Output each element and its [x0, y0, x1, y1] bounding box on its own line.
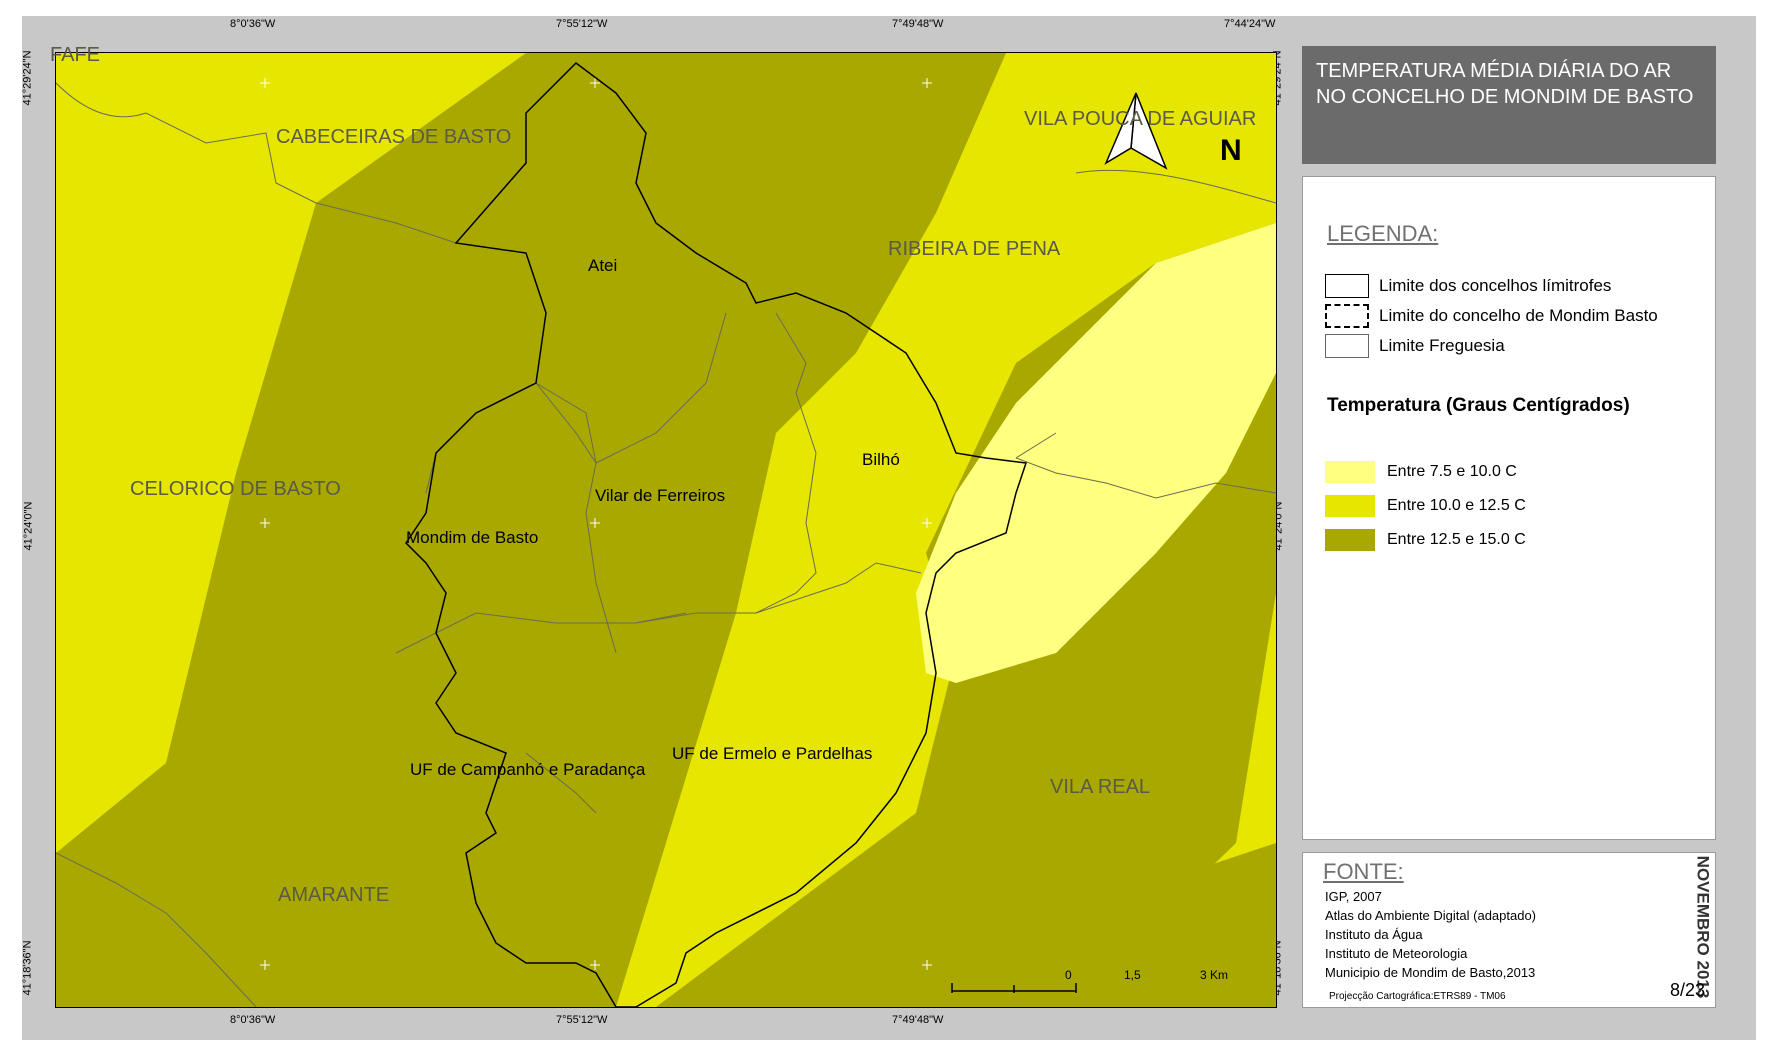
legend-swatch: [1325, 274, 1369, 298]
legend-label: Limite Freguesia: [1379, 336, 1505, 355]
source-item: Municipio de Mondim de Basto,2013: [1325, 965, 1536, 980]
projection-note: Projecção Cartográfica:ETRS89 - TM06: [1329, 991, 1506, 1002]
coord-bottom-3: 7°49'48"W: [892, 1014, 944, 1026]
coord-bottom-2: 7°55'12"W: [556, 1014, 608, 1026]
legend-label: Limite dos concelhos límitrofes: [1379, 276, 1612, 295]
coord-top-1: 8°0'36"W: [230, 18, 276, 30]
class-swatch: [1325, 495, 1375, 517]
legend-row-freguesia: Limite Freguesia: [1325, 333, 1505, 359]
coord-left-1: 41°29'24"N: [21, 50, 34, 106]
class-swatch: [1325, 461, 1375, 483]
scale-tick-0: 0: [1065, 968, 1072, 982]
source-item: IGP, 2007: [1325, 889, 1382, 904]
page-number: 8/23: [1669, 980, 1705, 1000]
label-amarante: AMARANTE: [278, 884, 390, 906]
class-row-1: Entre 7.5 e 10.0 C: [1325, 461, 1517, 483]
map-frame[interactable]: [55, 52, 1277, 1008]
label-ermelo: UF de Ermelo e Pardelhas: [672, 744, 873, 763]
label-fafe: FAFE: [50, 44, 101, 66]
class-row-2: Entre 10.0 e 12.5 C: [1325, 495, 1526, 517]
label-cabeceiras: CABECEIRAS DE BASTO: [276, 126, 512, 148]
label-bilho: Bilhó: [862, 450, 900, 469]
source-item: Instituto de Meteorologia: [1325, 946, 1468, 961]
class-label: Entre 12.5 e 15.0 C: [1387, 531, 1526, 548]
map-title-panel: TEMPERATURA MÉDIA DIÁRIA DO AR NO CONCEL…: [1302, 46, 1716, 164]
coord-left-2: 41°24'0"N: [22, 501, 35, 551]
zone-warm-se: [1056, 843, 1276, 1007]
source-heading: FONTE:: [1323, 859, 1404, 884]
label-vila-real: VILA REAL: [1050, 776, 1151, 798]
scale-tick-2: 3 Km: [1200, 968, 1229, 982]
source-panel: FONTE: IGP, 2007 Atlas do Ambiente Digit…: [1302, 852, 1716, 1008]
north-label: N: [1220, 134, 1242, 167]
coord-top-4: 7°44'24"W: [1224, 18, 1276, 30]
legend-swatch: [1325, 304, 1369, 328]
temperature-heading: Temperatura (Graus Centígrados): [1327, 395, 1630, 416]
label-mondim: Mondim de Basto: [406, 528, 539, 547]
map-title: TEMPERATURA MÉDIA DIÁRIA DO AR NO CONCEL…: [1316, 60, 1694, 108]
legend-label: Limite do concelho de Mondim Basto: [1379, 306, 1658, 325]
legend-swatch: [1325, 334, 1369, 358]
coord-bottom-1: 8°0'36"W: [230, 1014, 276, 1026]
class-label: Entre 7.5 e 10.0 C: [1387, 463, 1517, 480]
source-item: Instituto da Água: [1325, 927, 1423, 942]
legend-heading: LEGENDA:: [1327, 221, 1439, 246]
label-vilar-ferreiros: Vilar de Ferreiros: [595, 486, 726, 505]
legend-row-concelhos: Limite dos concelhos límitrofes: [1325, 273, 1611, 299]
temperature-map: [56, 53, 1276, 1007]
label-ribeira-pena: RIBEIRA DE PENA: [888, 238, 1061, 260]
legend-panel: LEGENDA: Limite dos concelhos límitrofes…: [1302, 176, 1716, 840]
coord-left-3: 41°18'36"N: [21, 940, 34, 996]
map-date: NOVEMBRO 2013: [1693, 855, 1713, 999]
legend-row-mondim: Limite do concelho de Mondim Basto: [1325, 303, 1658, 329]
coord-top-3: 7°49'48"W: [892, 18, 944, 30]
class-label: Entre 10.0 e 12.5 C: [1387, 497, 1526, 514]
scale-tick-1: 1,5: [1124, 968, 1141, 982]
label-celorico: CELORICO DE BASTO: [130, 478, 341, 500]
label-vila-pouca: VILA POUCA DE AGUIAR: [1024, 108, 1257, 130]
class-row-3: Entre 12.5 e 15.0 C: [1325, 529, 1526, 551]
coord-top-2: 7°55'12"W: [556, 18, 608, 30]
scale-bar: [951, 983, 1077, 993]
label-atei: Atei: [588, 256, 618, 275]
class-swatch: [1325, 529, 1375, 551]
source-item: Atlas do Ambiente Digital (adaptado): [1325, 908, 1537, 923]
label-campanho: UF de Campanhó e Paradança: [410, 760, 646, 779]
